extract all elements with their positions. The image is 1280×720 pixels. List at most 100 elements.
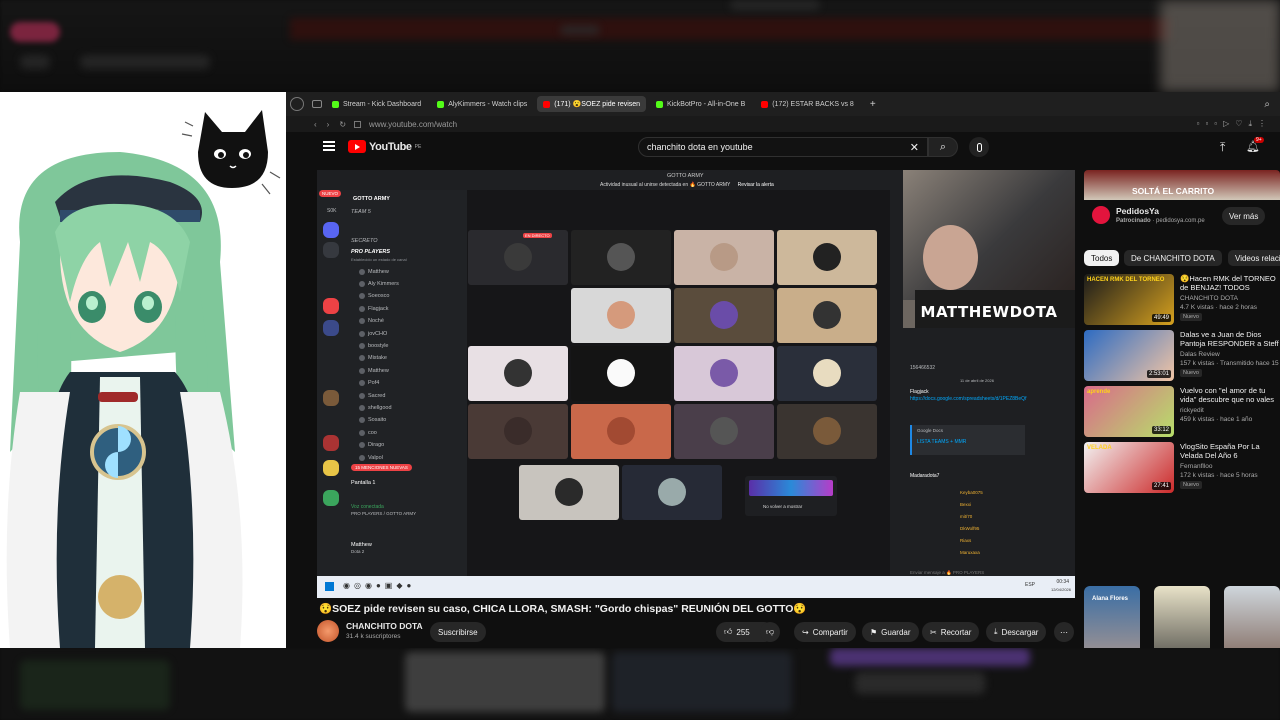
voice-search-button[interactable] <box>969 137 989 157</box>
participant-tile[interactable] <box>674 346 774 401</box>
voice-member[interactable]: Dirago <box>359 441 384 450</box>
chip-related[interactable]: Videos relacio <box>1228 250 1280 266</box>
voice-member[interactable]: Noché <box>359 317 384 326</box>
chip-channel[interactable]: De CHANCHITO DOTA <box>1124 250 1222 266</box>
participant-avatar <box>607 243 635 271</box>
tab-youtube-soez[interactable]: (171) 😮SOEZ pide revisen <box>537 96 647 112</box>
participant-tile[interactable] <box>674 404 774 459</box>
url-field[interactable]: www.youtube.com/watch <box>369 120 457 129</box>
participant-tile[interactable] <box>468 404 568 459</box>
voice-member[interactable]: jovCHO <box>359 329 387 338</box>
tab-list-icon[interactable] <box>312 100 322 108</box>
recommended-video[interactable]: HACEN RMK DEL TORNEO 49:49 😯Hacen RMK del … <box>1084 274 1280 326</box>
tab-bar: Stream - Kick Dashboard AlyKimmers - Wat… <box>286 92 1280 116</box>
channel-name[interactable]: CHANCHITO DOTA <box>1180 295 1238 302</box>
voice-member[interactable]: Sosaito <box>359 416 386 425</box>
new-badge: Nuevo <box>1180 481 1202 489</box>
hamburger-menu-icon[interactable] <box>323 141 335 151</box>
short-thumbnail[interactable] <box>1224 586 1280 648</box>
more-actions-button[interactable]: ⋯ <box>1054 622 1074 642</box>
popup-dont-show: No volver a mostrar <box>745 476 837 516</box>
short-thumbnail[interactable]: Alana Flores <box>1084 586 1140 648</box>
share-button[interactable]: ↪ Compartir <box>794 622 856 642</box>
voice-member[interactable]: coo <box>359 428 377 437</box>
save-button[interactable]: ⚑ Guardar <box>862 622 919 642</box>
channel-name[interactable]: CHANCHITO DOTA <box>346 621 423 631</box>
search-input[interactable]: chanchito dota en youtube ✕ <box>638 137 928 157</box>
participant-tile[interactable] <box>622 465 722 520</box>
ad-cta-button[interactable]: Ver más <box>1222 207 1266 225</box>
participant-tile[interactable] <box>519 465 619 520</box>
ad-banner[interactable]: SOLTÁ EL CARRITO <box>1084 170 1280 200</box>
channel-avatar[interactable] <box>317 620 339 642</box>
voice-member[interactable]: shellgood <box>359 403 392 412</box>
member-avatar <box>359 454 365 461</box>
video-thumbnail[interactable]: 2:53:01 <box>1084 330 1174 381</box>
clip-button[interactable]: ✂ Recortar <box>922 622 980 642</box>
participant-tile[interactable] <box>468 230 568 285</box>
member-avatar <box>359 380 365 387</box>
chip-todos[interactable]: Todos <box>1084 250 1120 266</box>
tab-kickbotpro[interactable]: KickBotPro - All-in-One B <box>650 96 751 112</box>
video-title-link[interactable]: VlogSito España Por La Velada Del Año 6 <box>1180 442 1280 460</box>
backdrop-tab <box>10 22 60 42</box>
forward-icon[interactable]: › <box>327 120 330 129</box>
participant-tile[interactable] <box>468 346 568 401</box>
share-icon: ↪ <box>802 627 809 637</box>
voice-member[interactable]: Valpol <box>359 453 383 462</box>
short-thumbnail[interactable] <box>1154 586 1210 648</box>
participant-tile[interactable] <box>571 346 671 401</box>
video-title-link[interactable]: Vuelvo con "el amor de tu vida" descubre… <box>1180 386 1280 404</box>
channel-name[interactable]: Dalas Review <box>1180 351 1220 358</box>
voice-member[interactable]: Flagjack <box>359 304 388 313</box>
search-button[interactable]: ⌕ <box>928 137 958 157</box>
youtube-logo[interactable]: YouTube PE <box>348 140 421 153</box>
video-thumbnail[interactable]: VELADA 27:41 <box>1084 442 1174 493</box>
channel-name[interactable]: Fernanflloo <box>1180 463 1213 470</box>
participant-tile[interactable] <box>674 288 774 343</box>
new-tab-button[interactable]: + <box>864 96 882 112</box>
participant-tile[interactable] <box>571 230 671 285</box>
recommended-video[interactable]: aprende 33:12 Vuelvo con "el amor de tu vi… <box>1084 386 1280 438</box>
participant-tile[interactable] <box>777 288 877 343</box>
member-avatar <box>359 280 365 287</box>
recommended-video[interactable]: VELADA 27:41 VlogSito España Por La Velada… <box>1084 442 1280 494</box>
browser-toolbar-icons[interactable]: ▫▫▫▷♡⤓⋮ <box>1197 119 1272 129</box>
browser-menu-icon[interactable] <box>290 97 304 111</box>
download-button[interactable]: ⤓ Descargar <box>986 622 1047 642</box>
participant-tile[interactable] <box>777 404 877 459</box>
clear-search-icon[interactable]: ✕ <box>910 141 919 154</box>
tab-alykimmers-clips[interactable]: AlyKimmers - Watch clips <box>431 96 533 112</box>
search-tabs-icon[interactable]: ⌕ <box>1264 99 1270 110</box>
chat-username: Maruxaxa <box>960 550 980 555</box>
backdrop-ghost <box>80 55 210 69</box>
video-title-link[interactable]: Dalas ve a Juan de Dios Pantoja RESPONDE… <box>1180 330 1280 348</box>
tab-kick-dashboard[interactable]: Stream - Kick Dashboard <box>326 96 427 112</box>
participant-tile[interactable] <box>674 230 774 285</box>
voice-member[interactable]: boostyle <box>359 341 389 350</box>
voice-member[interactable]: Aly Kimmers <box>359 279 399 288</box>
subscribe-button[interactable]: Suscribirse <box>430 622 486 642</box>
channel-name[interactable]: rickyedit <box>1180 407 1204 414</box>
video-title-link[interactable]: 😯Hacen RMK del TORNEO de BENJAZ! TODOS V… <box>1180 274 1280 292</box>
participant-tile[interactable] <box>777 230 877 285</box>
voice-member[interactable]: Mistake <box>359 354 387 363</box>
site-info-icon[interactable] <box>354 120 362 128</box>
voice-member[interactable]: Pof4 <box>359 379 379 388</box>
participant-tile[interactable] <box>571 404 671 459</box>
recommended-video[interactable]: 2:53:01 Dalas ve a Juan de Dios Pantoja R… <box>1084 330 1280 382</box>
voice-member[interactable]: Sacred <box>359 391 385 400</box>
voice-member[interactable]: Matthew <box>359 366 389 375</box>
video-thumbnail[interactable]: HACEN RMK DEL TORNEO 49:49 <box>1084 274 1174 325</box>
upload-icon[interactable]: ⤒ <box>1220 140 1225 155</box>
reload-icon[interactable]: ↻ <box>339 120 346 129</box>
participant-tile[interactable] <box>777 346 877 401</box>
participant-tile[interactable] <box>571 288 671 343</box>
video-thumbnail[interactable]: aprende 33:12 <box>1084 386 1174 437</box>
voice-member[interactable]: Matthew <box>359 267 389 276</box>
dislike-button[interactable]: 👎︎ <box>760 622 781 642</box>
voice-member[interactable]: Soeosco <box>359 292 389 301</box>
back-icon[interactable]: ‹ <box>314 120 317 129</box>
tab-youtube-estar-backs[interactable]: (172) ESTAR BACKS vs 8 <box>755 96 860 112</box>
backdrop-ghost <box>730 0 820 10</box>
